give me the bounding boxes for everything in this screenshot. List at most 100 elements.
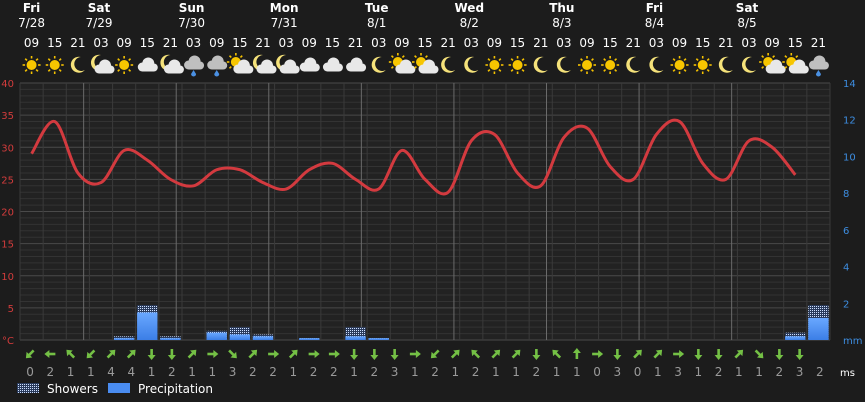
- wind-speed-label: 2: [168, 365, 176, 379]
- wind-speed-label: 0: [634, 365, 642, 379]
- sun-cloud-icon: [759, 53, 786, 74]
- wind-speed-label: 3: [391, 365, 399, 379]
- wind-speed-label: 1: [148, 365, 156, 379]
- wind-arrow-ne-icon: [633, 349, 642, 359]
- weather-forecast-chart: Fri 7/28 Sat 7/29 Sun 7/30 Mon 7/31 Tue 8/1 Wed 8/2…: [0, 0, 865, 402]
- day-date: 8/2: [460, 16, 479, 30]
- day-name: Wed: [455, 1, 485, 15]
- y-tick-right: 10: [843, 152, 856, 163]
- wind-speed-label: 2: [776, 365, 784, 379]
- day-name: Sat: [88, 1, 111, 15]
- cloud-icon: [299, 57, 320, 72]
- sun-icon: [578, 56, 596, 74]
- moon-cloud-icon: [252, 54, 277, 74]
- wind-arrow-s-icon: [532, 349, 541, 360]
- day-header: Fri7/28Sat7/29Sun7/30Mon7/31Tue8/1Wed8/2…: [18, 1, 826, 50]
- moon-icon: [556, 56, 571, 73]
- day-name: Tue: [365, 1, 389, 15]
- wind-arrow-ne-icon: [187, 349, 197, 359]
- forecast-svg: Fri7/28Sat7/29Sun7/30Mon7/31Tue8/1Wed8/2…: [1, 1, 862, 396]
- day-date: 8/1: [367, 16, 386, 30]
- wind-arrow-w-icon: [44, 350, 56, 358]
- wind-speed-label: 3: [229, 365, 237, 379]
- precipitation-bar: [299, 338, 320, 340]
- wind-arrow-nw-icon: [471, 349, 481, 359]
- precipitation-bar: [785, 336, 806, 340]
- sun-icon: [115, 56, 134, 74]
- sun-icon: [508, 56, 527, 74]
- wind-speed-label: 0: [593, 365, 601, 379]
- moon-cloud-icon: [276, 54, 300, 74]
- wind-speed-label: 4: [128, 365, 136, 379]
- wind-arrow-s-icon: [694, 349, 703, 360]
- y-tick-right: 2: [843, 299, 849, 310]
- hour-label: 03: [186, 36, 201, 50]
- wind-speed-label: 1: [654, 365, 662, 379]
- moon-icon: [441, 56, 456, 73]
- hour-label: 15: [788, 36, 803, 50]
- wind-speed-label: 1: [188, 365, 196, 379]
- wind-speed-label: 1: [735, 365, 743, 379]
- precipitation-bar: [229, 334, 251, 340]
- moon-icon: [741, 56, 756, 73]
- hour-label: 03: [649, 36, 664, 50]
- wind-speed-label: 1: [573, 365, 581, 379]
- sun-icon: [601, 56, 620, 74]
- hour-label: 03: [464, 36, 479, 50]
- moon-icon: [464, 56, 479, 73]
- wind-speed-label: 2: [269, 365, 277, 379]
- wind-arrow-se-icon: [754, 349, 764, 359]
- wind-arrow-e-icon: [268, 350, 280, 358]
- legend-precipitation-label: Precipitation: [138, 382, 213, 396]
- wind-speed-label: 2: [431, 365, 439, 379]
- precipitation-bar: [368, 338, 389, 340]
- y-tick-left: 35: [1, 111, 14, 122]
- wind-arrow-s-icon: [147, 349, 156, 360]
- precipitation-bar: [113, 338, 135, 340]
- hour-label: 15: [232, 36, 247, 50]
- hour-label: 09: [765, 36, 780, 50]
- precipitation-bar: [137, 312, 158, 340]
- day-date: 8/5: [737, 16, 756, 30]
- hour-label: 03: [556, 36, 571, 50]
- moon-icon: [533, 56, 548, 73]
- sun-icon: [22, 56, 41, 74]
- hour-label: 03: [741, 36, 756, 50]
- rain-icon: [808, 55, 829, 77]
- wind-speed-label: 1: [755, 365, 763, 379]
- wind-speed-label: 3: [796, 365, 804, 379]
- wind-arrow-ne-icon: [248, 349, 258, 359]
- y-tick-left: 25: [1, 175, 14, 186]
- moon-icon: [649, 56, 664, 73]
- day-date: 7/29: [86, 16, 113, 30]
- wind-arrow-ne-icon: [491, 349, 501, 359]
- wind-row: 0211441211322122123121211211030131211232…: [25, 348, 855, 379]
- hour-label: 09: [24, 36, 39, 50]
- day-name: Thu: [549, 1, 574, 15]
- y-tick-right: 14: [843, 79, 856, 90]
- sun-cloud-icon: [226, 53, 254, 74]
- wind-arrow-sw-icon: [86, 349, 96, 359]
- wind-arrow-sw-icon: [430, 349, 440, 359]
- day-date: 7/28: [18, 16, 45, 30]
- sun-icon: [45, 56, 64, 74]
- wind-arrow-ne-icon: [653, 349, 663, 359]
- wind-speed-label: 2: [47, 365, 55, 379]
- hour-label: 21: [811, 36, 826, 50]
- hour-label: 09: [209, 36, 224, 50]
- wind-arrow-e-icon: [207, 350, 219, 358]
- hour-label: 21: [626, 36, 641, 50]
- wind-arrow-nw-icon: [552, 349, 562, 359]
- moon-cloud-icon: [90, 54, 115, 74]
- y-tick-left: °C: [2, 336, 14, 347]
- weather-icons: [22, 53, 829, 77]
- cloud-icon: [346, 57, 367, 72]
- wind-speed-label: 1: [87, 365, 95, 379]
- wind-arrow-ne-icon: [288, 349, 298, 359]
- wind-speed-label: 2: [249, 365, 257, 379]
- wind-arrow-se-icon: [228, 349, 237, 359]
- wind-speed-label: 2: [472, 365, 480, 379]
- wind-arrow-s-icon: [167, 349, 176, 360]
- wind-speed-label: 1: [209, 365, 217, 379]
- sun-icon: [485, 56, 504, 74]
